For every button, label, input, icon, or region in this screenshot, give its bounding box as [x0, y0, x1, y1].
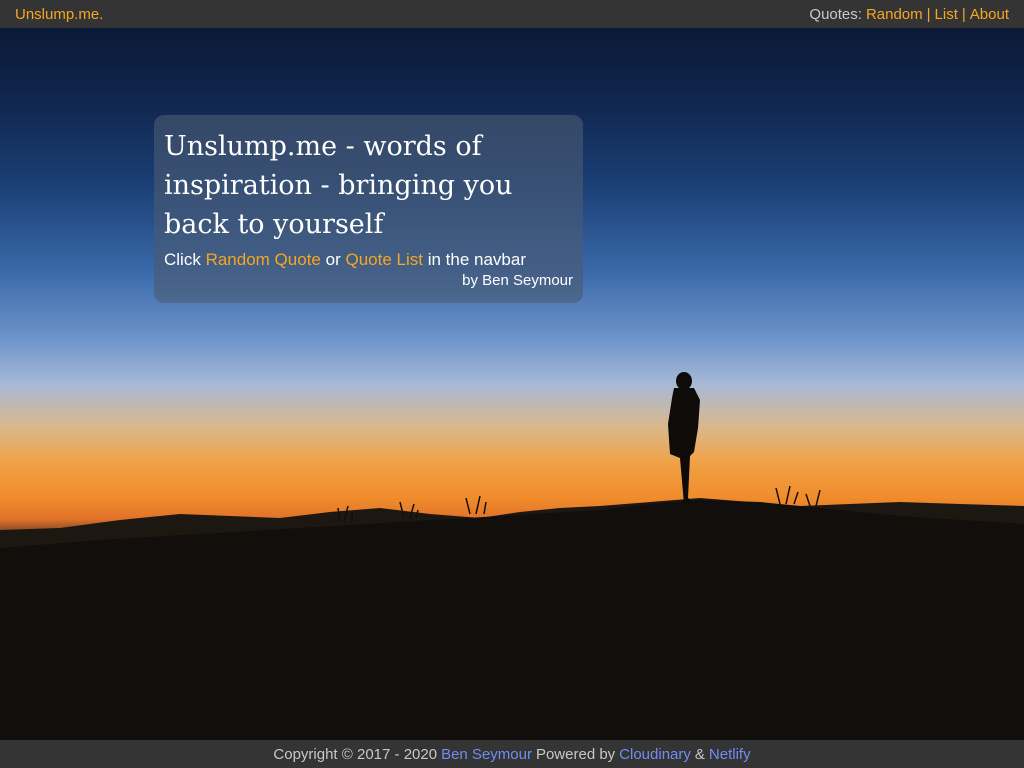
- nav-list-link[interactable]: List: [935, 6, 958, 23]
- author-link[interactable]: Ben Seymour: [441, 746, 532, 763]
- random-quote-link[interactable]: Random Quote: [206, 250, 321, 269]
- powered-by-text: Powered by: [535, 745, 616, 763]
- footer: Copyright © 2017 - 2020 Ben Seymour Powe…: [0, 740, 1024, 768]
- nav-separator: |: [926, 5, 931, 23]
- copyright-text: Copyright © 2017 - 2020: [273, 745, 438, 763]
- intro-author: by Ben Seymour: [462, 272, 573, 289]
- intro-title: Unslump.me - words of inspiration - brin…: [164, 131, 513, 240]
- quotes-nav: Quotes: Random | List | About: [809, 6, 1009, 23]
- brand-link[interactable]: Unslump.me.: [15, 6, 103, 23]
- intro-click-text: Click: [164, 250, 201, 269]
- nav-separator: |: [961, 5, 966, 23]
- netlify-link[interactable]: Netlify: [709, 746, 751, 763]
- intro-suffix-text: in the navbar: [427, 250, 526, 269]
- intro-card: Unslump.me - words of inspiration - brin…: [154, 115, 583, 303]
- navbar: Unslump.me. Quotes: Random | List | Abou…: [0, 0, 1024, 28]
- quote-list-link[interactable]: Quote List: [345, 250, 423, 269]
- quotes-label: Quotes:: [809, 5, 862, 23]
- nav-random-link[interactable]: Random: [866, 6, 923, 23]
- intro-or-text: or: [325, 250, 341, 269]
- nav-about-link[interactable]: About: [970, 6, 1009, 23]
- intro-instruction: Click Random Quote or Quote List in the …: [164, 250, 573, 270]
- cloudinary-link[interactable]: Cloudinary: [619, 746, 691, 763]
- ampersand-text: &: [694, 745, 705, 763]
- person-silhouette: [668, 372, 700, 504]
